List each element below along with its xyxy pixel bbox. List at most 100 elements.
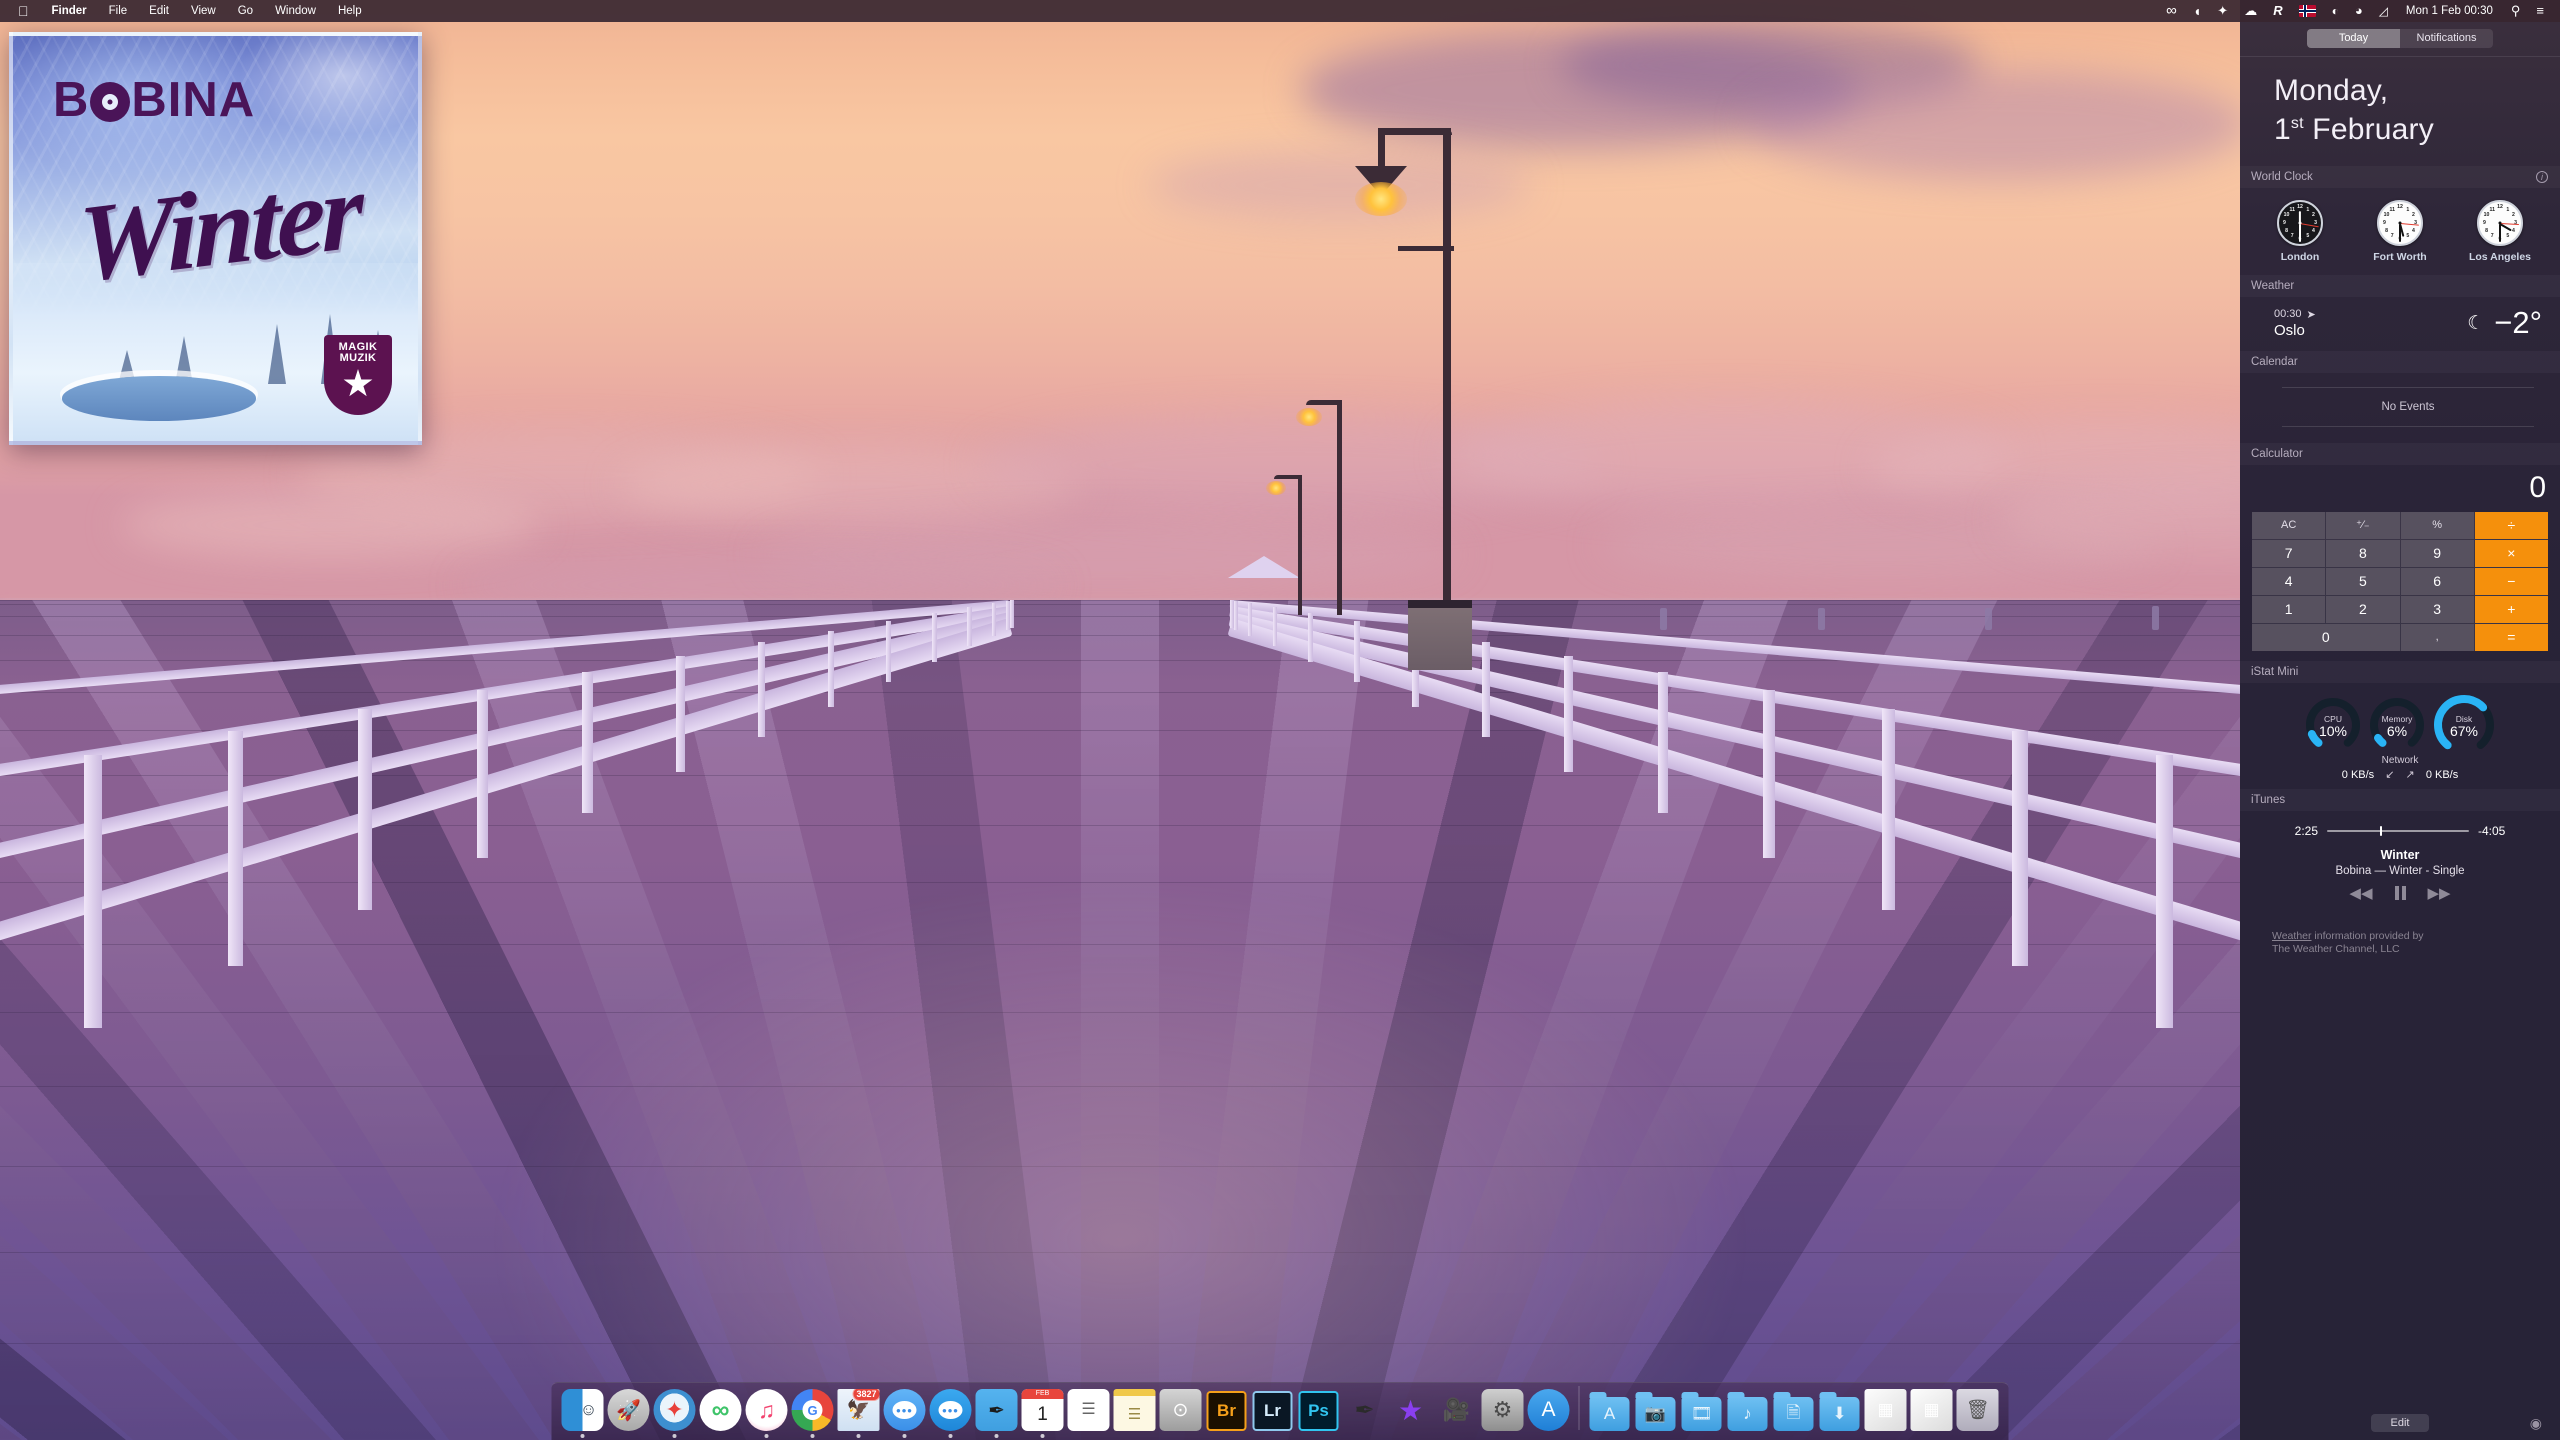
onedrive-cloud-icon[interactable]: ☁ [2236,0,2265,22]
dock-item-finder[interactable]: ☺ [560,1389,606,1438]
dock-item-safari[interactable]: ✦ [652,1389,698,1438]
itunes-playhead[interactable] [2380,826,2382,836]
adobe-photoshop-icon[interactable]: Ps [1299,1391,1339,1431]
weather-credit-link[interactable]: Weather [2272,930,2312,942]
sketch-icon[interactable]: ∞ [700,1389,742,1431]
calculator-key-6[interactable]: 6 [2401,568,2474,595]
twitter-icon[interactable]: ✒ [976,1389,1018,1431]
dock-item-adobe-lightroom[interactable]: Lr [1250,1391,1296,1438]
dock-item-devices-stack[interactable]: ▦ [1863,1389,1909,1438]
calculator-key-[interactable]: + [2475,596,2548,623]
menu-item-edit[interactable]: Edit [138,0,180,22]
menu-item-view[interactable]: View [180,0,227,22]
dock-item-adobe-photoshop[interactable]: Ps [1296,1391,1342,1438]
calculator-key-7[interactable]: 7 [2252,540,2325,567]
dock-item-image-capture[interactable]: ⊙ [1158,1389,1204,1438]
adobe-lightroom-icon[interactable]: Lr [1253,1391,1293,1431]
notification-center-icon[interactable]: ≡ [2528,0,2552,22]
dock-item-calendar[interactable]: FEB1 [1020,1389,1066,1438]
launchpad-icon[interactable]: 🚀 [608,1389,650,1431]
dock-item-music-folder[interactable]: ♪ [1725,1397,1771,1438]
itunes-progress-bar[interactable] [2327,830,2469,832]
image-capture-icon[interactable]: ⊙ [1160,1389,1202,1431]
dock-item-downloads-folder[interactable]: ⬇ [1817,1397,1863,1438]
avira-icon[interactable]: R [2265,0,2290,22]
dock-item-notes[interactable]: ☰ [1112,1389,1158,1438]
dock-item-final-cut[interactable]: 🎥 [1434,1389,1480,1438]
creative-cloud-icon[interactable]: ◖ [2185,0,2209,22]
safari-icon[interactable]: ✦ [654,1389,696,1431]
dock-item-trash-can[interactable]: 🗑 [1955,1389,2001,1438]
dock-item-itunes[interactable]: ♫ [744,1389,790,1438]
infinity-icon[interactable]: ∞ [2158,0,2185,22]
calendar-icon[interactable]: FEB1 [1022,1389,1064,1431]
airplay-icon[interactable]: ◿ [2371,0,2396,22]
calculator-key-4[interactable]: 4 [2252,568,2325,595]
documents-folder-icon[interactable]: 🗎 [1774,1397,1814,1431]
menu-item-window[interactable]: Window [264,0,327,22]
finder-icon[interactable]: ☺ [562,1389,604,1431]
music-folder-icon[interactable]: ♪ [1728,1397,1768,1431]
calculator-key-[interactable]: − [2475,568,2548,595]
magazines-stack-icon[interactable]: ▦ [1911,1389,1953,1431]
calculator-key-[interactable]: ⁺⁄₋ [2326,512,2399,539]
imovie-icon[interactable]: ★ [1390,1389,1432,1431]
messages-icon[interactable]: ••• [884,1389,926,1431]
tab-today[interactable]: Today [2307,29,2400,48]
dock-item-imovie[interactable]: ★ [1388,1389,1434,1438]
dock-item-reminders[interactable]: ☰ [1066,1389,1112,1438]
dock-item-pictures-folder[interactable]: 📷 [1633,1397,1679,1438]
system-preferences-icon[interactable]: ⚙ [1482,1389,1524,1431]
app-store-icon[interactable]: A [1528,1389,1570,1431]
info-icon[interactable]: i [2536,171,2548,183]
apple-logo-icon[interactable]:  [8,0,41,22]
calculator-key-9[interactable]: 9 [2401,540,2474,567]
calculator-key-[interactable]: × [2475,540,2548,567]
edit-button[interactable]: Edit [2371,1414,2430,1432]
reminders-icon[interactable]: ☰ [1068,1389,1110,1431]
trash-can-icon[interactable]: 🗑 [1957,1389,1999,1431]
calculator-key-[interactable]: , [2401,624,2474,651]
calculator-key-AC[interactable]: AC [2252,512,2325,539]
pause-icon[interactable] [2395,886,2406,900]
menu-item-file[interactable]: File [98,0,139,22]
final-cut-icon[interactable]: 🎥 [1436,1389,1478,1431]
dropbox-icon[interactable]: ✦ [2209,0,2236,22]
calculator-key-1[interactable]: 1 [2252,596,2325,623]
adobe-bridge-icon[interactable]: Br [1207,1391,1247,1431]
dock-item-app-store[interactable]: A [1526,1389,1572,1438]
dock-item-messages[interactable]: ••• [882,1389,928,1438]
dock-item-system-preferences[interactable]: ⚙ [1480,1389,1526,1438]
norway-flag-icon[interactable] [2291,0,2324,22]
dock-item-sketch[interactable]: ∞ [698,1389,744,1438]
menu-item-finder[interactable]: Finder [41,0,98,22]
rewind-icon[interactable]: ◀◀ [2349,884,2372,902]
dock-item-applications-folder[interactable]: A [1587,1397,1633,1438]
mail-icon[interactable]: 🦅3827 [838,1389,880,1431]
calculator-key-2[interactable]: 2 [2326,596,2399,623]
itunes-icon[interactable]: ♫ [746,1389,788,1431]
calculator-key-[interactable]: % [2401,512,2474,539]
dock-item-skype[interactable]: ••• [928,1389,974,1438]
dock-item-magazines-stack[interactable]: ▦ [1909,1389,1955,1438]
calculator-key-5[interactable]: 5 [2326,568,2399,595]
calculator-key-0[interactable]: 0 [2252,624,2400,651]
calculator-key-[interactable]: ÷ [2475,512,2548,539]
pictures-folder-icon[interactable]: 📷 [1636,1397,1676,1431]
ink-icon[interactable]: ✒ [1344,1389,1386,1431]
bluetooth-icon[interactable]: ◐ [2324,0,2347,22]
menu-item-go[interactable]: Go [227,0,264,22]
tab-notifications[interactable]: Notifications [2400,29,2493,48]
settings-gear-icon[interactable]: ◉ [2530,1415,2542,1432]
dock-item-launchpad[interactable]: 🚀 [606,1389,652,1438]
calculator-key-8[interactable]: 8 [2326,540,2399,567]
dock-item-mail[interactable]: 🦅3827 [836,1389,882,1438]
fast-forward-icon[interactable]: ▶▶ [2428,884,2451,902]
dock-item-documents-folder[interactable]: 🗎 [1771,1397,1817,1438]
menu-bar-clock[interactable]: Mon 1 Feb 00:30 [2396,5,2503,17]
dock-item-chrome[interactable]: G [790,1389,836,1438]
chrome-icon[interactable]: G [792,1389,834,1431]
widget-body-weather[interactable]: 00:30 ➤ Oslo ☾ −2° [2240,297,2560,351]
devices-stack-icon[interactable]: ▦ [1865,1389,1907,1431]
notes-icon[interactable]: ☰ [1114,1389,1156,1431]
